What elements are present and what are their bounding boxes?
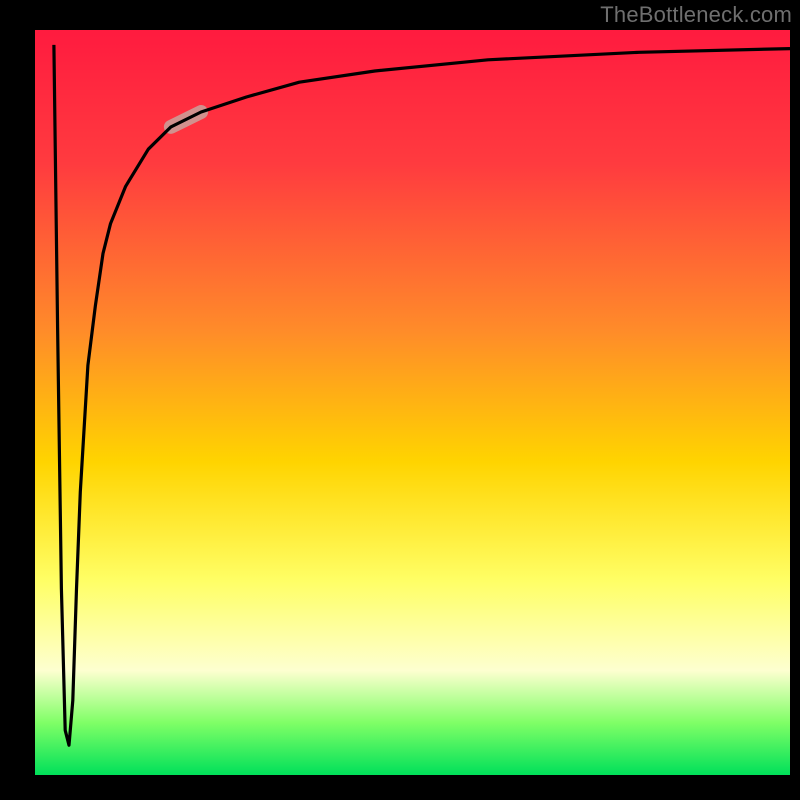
plot-background bbox=[35, 30, 790, 775]
bottleneck-chart: TheBottleneck.com bbox=[0, 0, 800, 800]
watermark-text: TheBottleneck.com bbox=[600, 2, 792, 28]
chart-svg bbox=[0, 0, 800, 800]
